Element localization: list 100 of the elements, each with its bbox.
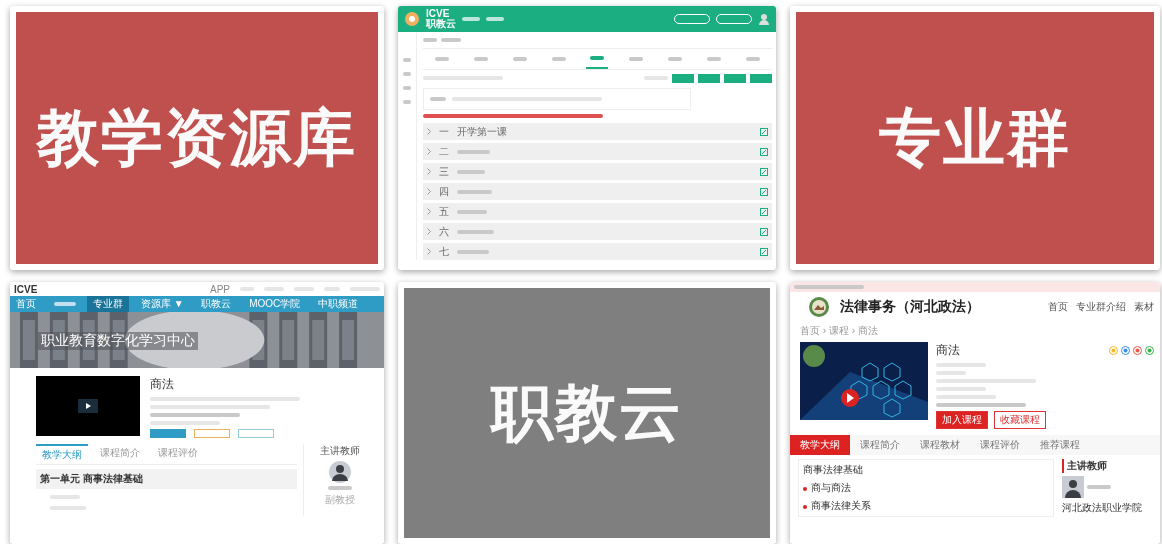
nav-item[interactable]: 首页: [1048, 300, 1068, 314]
chapter-row[interactable]: 一 开学第一课: [423, 123, 772, 140]
teacher-title: 副教授: [325, 493, 355, 507]
card-title: 专业群: [879, 102, 1071, 174]
tab[interactable]: 课程简介: [94, 444, 146, 464]
edit-icon[interactable]: [760, 247, 768, 256]
blurred-text-line: [745, 57, 760, 61]
chapter-row[interactable]: 三: [423, 163, 772, 180]
breadcrumb: 首页 › 课程 › 商法: [799, 324, 879, 338]
tab[interactable]: 课程简介: [850, 435, 910, 455]
action-button[interactable]: [672, 73, 694, 83]
blurred-text-line: [423, 38, 437, 42]
chapter-number: 五: [439, 204, 449, 219]
action-button[interactable]: [194, 429, 230, 438]
chapter-number: 七: [439, 244, 449, 259]
blurred-text-line: [457, 169, 485, 174]
join-button[interactable]: 加入课程: [936, 411, 988, 429]
tab[interactable]: 课程教材: [910, 435, 970, 455]
tab[interactable]: 课程评价: [970, 435, 1030, 455]
edit-icon[interactable]: [760, 147, 768, 156]
blurred-text-line: [457, 209, 487, 214]
chevron-icon: [427, 228, 431, 235]
section-heading: 主讲教师: [320, 444, 360, 458]
blurred-text-line: [403, 100, 411, 104]
nav-item[interactable]: 首页: [10, 296, 42, 312]
blurred-text-line: [629, 57, 644, 61]
edit-icon[interactable]: [760, 167, 768, 176]
blurred-text-line: [403, 72, 411, 76]
chevron-icon: [427, 168, 431, 175]
nav-item[interactable]: 资源库 ▼: [135, 296, 190, 312]
edit-icon[interactable]: [760, 127, 768, 136]
edit-icon[interactable]: [760, 207, 768, 216]
nav-item[interactable]: 专业群介绍: [1076, 300, 1126, 314]
blurred-text-line: [486, 17, 504, 21]
emblem-icon: [808, 296, 830, 318]
chapter-title: 开学第一课: [457, 124, 507, 139]
chapter-row[interactable]: 四: [423, 183, 772, 200]
chevron-icon: [427, 188, 431, 195]
site-title: 法律事务（河北政法）: [840, 298, 980, 316]
section-heading[interactable]: 商事法律基础: [803, 463, 1049, 477]
nav-item[interactable]: 中职频道: [311, 296, 364, 312]
avatar-icon[interactable]: [758, 13, 770, 25]
section-heading: 主讲教师: [1062, 459, 1154, 473]
chapter-number: 三: [439, 164, 449, 179]
card-title: 职教云: [491, 377, 683, 449]
blurred-text-line: [462, 17, 480, 21]
app-link[interactable]: APP: [210, 283, 230, 295]
chapter-row[interactable]: 七: [423, 243, 772, 260]
edit-icon[interactable]: [760, 187, 768, 196]
tab[interactable]: 教学大纲: [36, 444, 88, 464]
favorite-button[interactable]: 收藏课程: [994, 411, 1046, 429]
chevron-icon: [427, 128, 431, 135]
unit-heading[interactable]: 第一单元 商事法律基础: [36, 469, 297, 489]
blurred-text-line: [403, 86, 411, 90]
school-name: 河北政法职业学院: [1062, 501, 1143, 515]
action-button[interactable]: [750, 73, 772, 83]
lesson-item[interactable]: 商与商法: [803, 481, 1049, 495]
lesson-item[interactable]: 商事法律关系: [803, 499, 1049, 513]
chapter-row[interactable]: 五: [423, 203, 772, 220]
blurred-text-line: [794, 285, 864, 289]
blurred-text-line: [457, 229, 494, 234]
blurred-text-line: [328, 486, 352, 490]
tab[interactable]: 推荐课程: [1030, 435, 1090, 455]
chapter-row[interactable]: 二: [423, 143, 772, 160]
logo-text: ICVE: [14, 283, 38, 295]
edit-icon[interactable]: [760, 227, 768, 236]
blurred-text-line: [435, 57, 450, 61]
avatar-icon: [329, 461, 351, 483]
blurred-text-line: [667, 57, 682, 61]
nav-item[interactable]: 专业群: [87, 296, 130, 312]
blurred-text-line: [457, 149, 490, 154]
chevron-icon: [427, 148, 431, 155]
logo-subtitle: 职教云: [426, 19, 456, 29]
banner-title: 职业教育数字化学习中心: [38, 332, 198, 350]
course-title: 商法: [936, 342, 960, 359]
blurred-text-line: [457, 189, 492, 194]
blurred-text-line: [53, 302, 76, 306]
chapter-number: 四: [439, 184, 449, 199]
blurred-text-line: [551, 57, 566, 61]
action-button[interactable]: [238, 429, 274, 438]
action-button[interactable]: [724, 73, 746, 83]
tab[interactable]: 教学大纲: [790, 435, 850, 455]
nav-item[interactable]: 素材: [1134, 300, 1154, 314]
chapter-row[interactable]: 六: [423, 223, 772, 240]
blurred-text-line: [706, 57, 721, 61]
avatar-icon: [1062, 476, 1084, 498]
blurred-text-line: [590, 56, 605, 60]
tab[interactable]: 课程评价: [152, 444, 204, 464]
nav-item[interactable]: 职教云: [195, 296, 238, 312]
chevron-icon: [427, 248, 431, 255]
chapter-number: 六: [439, 224, 449, 239]
blurred-text-line: [441, 38, 461, 42]
play-icon[interactable]: [78, 399, 98, 413]
logo-icon: [404, 11, 420, 27]
blurred-text-line: [1087, 485, 1111, 489]
chapter-number: 二: [439, 144, 449, 159]
action-button[interactable]: [698, 73, 720, 83]
logo-text: ICVE: [426, 9, 451, 19]
chapter-number: 一: [439, 124, 449, 139]
nav-item[interactable]: MOOC学院: [243, 296, 307, 312]
